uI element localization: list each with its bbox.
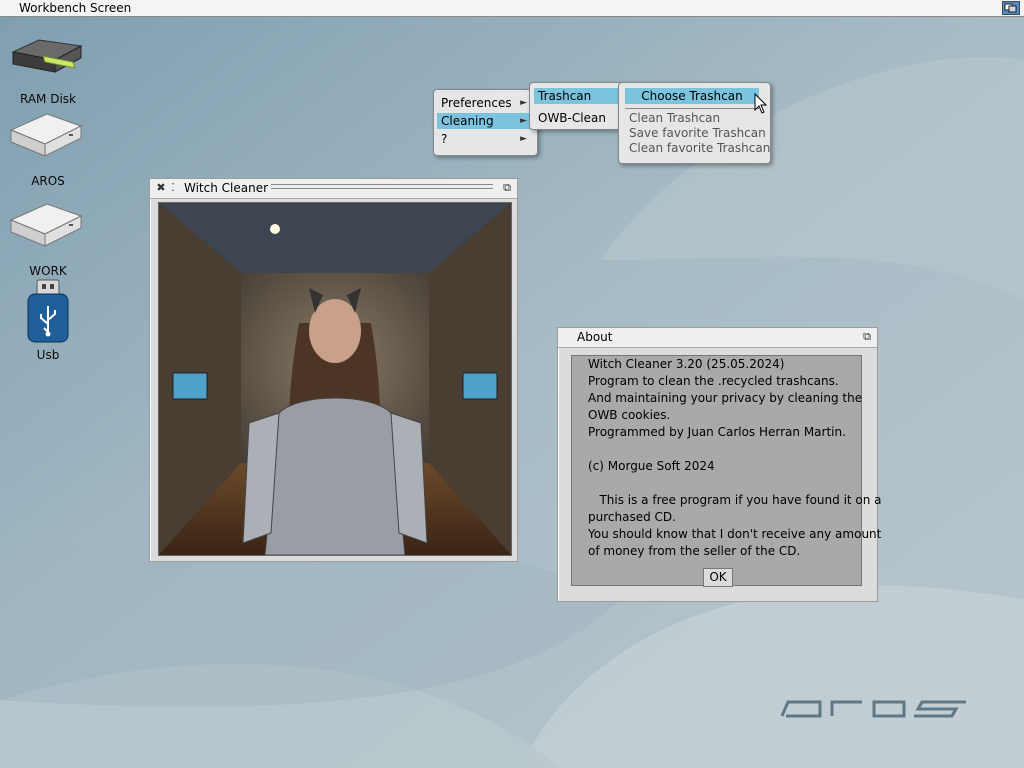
about-text-area: Witch Cleaner 3.20 (25.05.2024) Program … bbox=[571, 355, 882, 586]
desktop-icon-ram-disk[interactable]: RAM Disk bbox=[3, 22, 93, 106]
drive-icon bbox=[9, 113, 83, 157]
witch-cleaner-window: ✖ ⁚ Witch Cleaner ⧉ bbox=[149, 178, 518, 562]
menu-item-help[interactable]: ? ► bbox=[437, 131, 533, 147]
witch-image bbox=[158, 202, 512, 556]
submenu-arrow-icon: ► bbox=[520, 116, 527, 126]
desktop-icon-usb[interactable]: Usb bbox=[3, 278, 93, 362]
desktop-icon-work[interactable]: WORK bbox=[3, 194, 93, 278]
cleaning-submenu: Trashcan OWB-Clean bbox=[529, 82, 629, 130]
menu-item-cleaning[interactable]: Cleaning ► bbox=[437, 113, 533, 129]
menu-separator bbox=[625, 108, 759, 109]
about-line: OWB cookies. bbox=[588, 408, 671, 422]
screen-title-bar: Workbench Screen bbox=[0, 0, 1024, 17]
menu-item-label: Trashcan bbox=[538, 89, 592, 103]
menu-item-label: OWB-Clean bbox=[538, 111, 606, 125]
mouse-pointer-icon bbox=[754, 93, 768, 114]
about-line: (c) Morgue Soft 2024 bbox=[588, 459, 715, 473]
menu-item-save-favorite-trashcan[interactable]: Save favorite Trashcan bbox=[625, 125, 766, 141]
screen-title: Workbench Screen bbox=[19, 1, 132, 15]
about-line: Witch Cleaner 3.20 (25.05.2024) bbox=[588, 357, 785, 371]
menu-item-label: Choose Trashcan bbox=[641, 89, 743, 103]
desktop-icon-aros[interactable]: AROS bbox=[3, 104, 93, 188]
depth-icon[interactable]: ⧉ bbox=[861, 331, 873, 343]
about-line: purchased CD. bbox=[588, 510, 676, 524]
title-bar-drag-lines bbox=[271, 184, 493, 189]
trashcan-submenu: Choose Trashcan Clean Trashcan Save favo… bbox=[618, 82, 771, 164]
menu-item-trashcan[interactable]: Trashcan bbox=[534, 88, 624, 104]
window-title-bar[interactable]: ✖ ⁚ Witch Cleaner ⧉ bbox=[150, 179, 517, 199]
menu-item-label: Preferences bbox=[441, 96, 512, 110]
desktop-icon-label: WORK bbox=[29, 264, 67, 278]
window-title: Witch Cleaner bbox=[184, 181, 269, 195]
about-line: Programmed by Juan Carlos Herran Martin. bbox=[588, 425, 846, 439]
menu-item-label: Clean Trashcan bbox=[629, 111, 721, 125]
depth-icon bbox=[1004, 3, 1017, 13]
menu-item-owb-clean[interactable]: OWB-Clean bbox=[534, 110, 624, 126]
about-line: Program to clean the .recycled trashcans… bbox=[588, 374, 839, 388]
close-icon[interactable]: ✖ bbox=[155, 182, 167, 194]
about-window: About ⧉ Witch Cleaner 3.20 (25.05.2024) … bbox=[557, 327, 882, 602]
drag-handle-icon[interactable]: ⁚ bbox=[167, 182, 179, 194]
ram-disk-icon bbox=[11, 39, 83, 73]
depth-icon[interactable]: ⧉ bbox=[501, 182, 513, 194]
submenu-arrow-icon: ► bbox=[520, 134, 527, 144]
window-title: About bbox=[577, 330, 613, 344]
about-line: And maintaining your privacy by cleaning… bbox=[588, 391, 863, 405]
menu-item-label: Clean favorite Trashcan bbox=[629, 141, 771, 155]
main-menu: Preferences ► Cleaning ► ? ► bbox=[433, 89, 538, 156]
menu-item-label: ? bbox=[441, 132, 448, 146]
submenu-arrow-icon: ► bbox=[520, 98, 527, 108]
ok-button[interactable]: OK bbox=[703, 568, 733, 587]
menu-item-preferences[interactable]: Preferences ► bbox=[437, 95, 533, 111]
menu-item-clean-favorite-trashcan[interactable]: Clean favorite Trashcan bbox=[625, 140, 770, 156]
about-line: of money from the seller of the CD. bbox=[588, 544, 801, 558]
desktop-icon-label: AROS bbox=[31, 174, 65, 188]
window-title-bar[interactable]: About ⧉ bbox=[558, 328, 877, 348]
about-line: This is a free program if you have found… bbox=[588, 493, 882, 507]
usb-icon bbox=[27, 279, 69, 343]
aros-logo bbox=[780, 700, 966, 718]
screen-depth-gadget[interactable] bbox=[1002, 1, 1020, 15]
drive-icon bbox=[9, 203, 83, 247]
witch-illustration bbox=[159, 203, 511, 555]
desktop-icon-label: Usb bbox=[36, 348, 60, 362]
about-line: You should know that I don't receive any… bbox=[588, 527, 882, 541]
menu-item-choose-trashcan[interactable]: Choose Trashcan bbox=[625, 88, 759, 104]
menu-item-clean-trashcan[interactable]: Clean Trashcan bbox=[625, 110, 720, 126]
menu-item-label: Cleaning bbox=[441, 114, 494, 128]
menu-item-label: Save favorite Trashcan bbox=[629, 126, 766, 140]
